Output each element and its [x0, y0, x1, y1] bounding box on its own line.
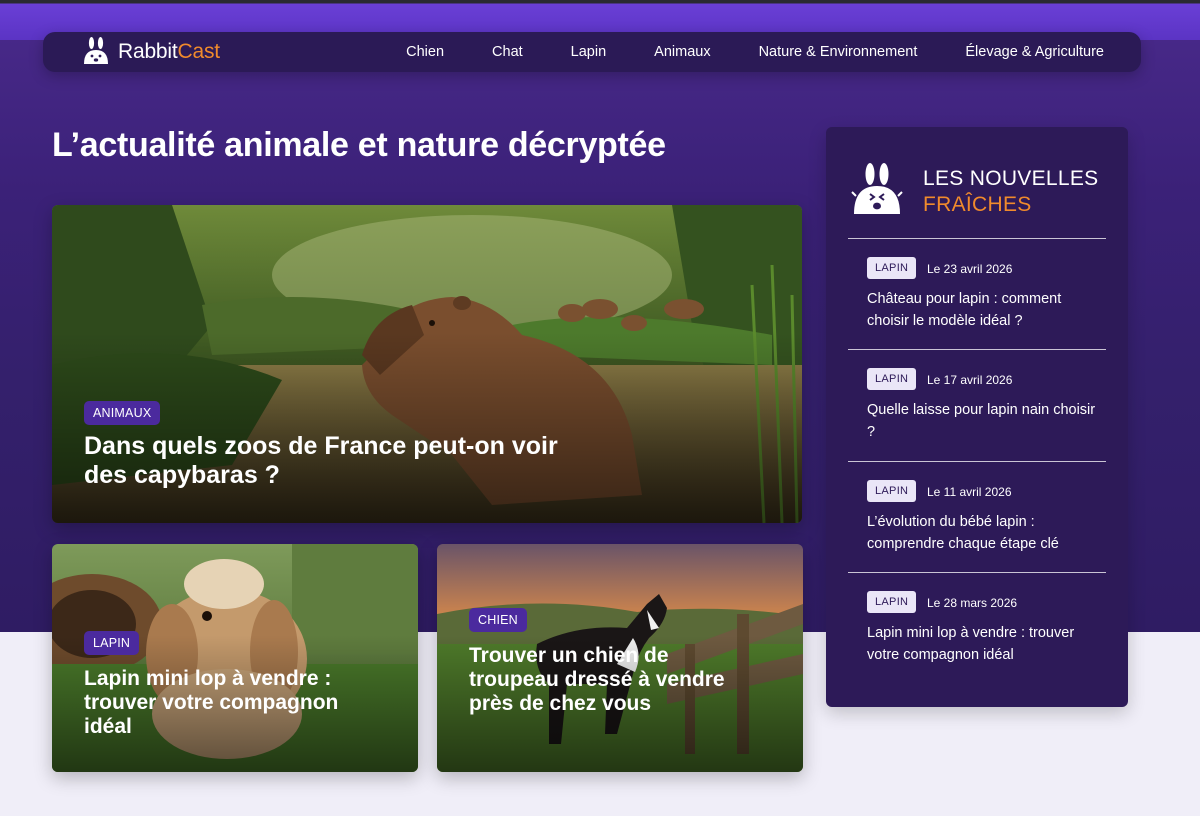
news-item[interactable]: LAPIN Le 11 avril 2026 L’évolution du bé… [848, 461, 1106, 573]
news-item[interactable]: LAPIN Le 28 mars 2026 Lapin mini lop à v… [848, 572, 1106, 684]
news-category-badge[interactable]: LAPIN [867, 257, 917, 279]
news-category-badge[interactable]: LAPIN [867, 591, 917, 613]
article-title[interactable]: Dans quels zoos de France peut-on voir d… [84, 432, 564, 490]
category-badge[interactable]: CHIEN [469, 608, 527, 632]
main-navbar: RabbitCast Chien Chat Lapin Animaux Natu… [43, 32, 1141, 72]
news-item[interactable]: LAPIN Le 23 avril 2026 Château pour lapi… [848, 238, 1106, 350]
sidebar-title-line2: FRAÎCHES [923, 193, 1032, 216]
nav-links: Chien Chat Lapin Animaux Nature & Enviro… [358, 32, 1104, 72]
nav-link-animaux[interactable]: Animaux [654, 44, 710, 60]
news-category-badge[interactable]: LAPIN [867, 480, 917, 502]
nav-link-elevage[interactable]: Élevage & Agriculture [965, 44, 1104, 60]
news-title[interactable]: Lapin mini lop à vendre : trouver votre … [867, 622, 1097, 666]
rabbit-logo-icon [84, 37, 108, 64]
news-date: Le 11 avril 2026 [927, 485, 1012, 499]
nav-link-chat[interactable]: Chat [492, 44, 523, 60]
article-title[interactable]: Lapin mini lop à vendre : trouver votre … [84, 667, 384, 739]
nav-link-chien[interactable]: Chien [406, 44, 444, 60]
category-badge[interactable]: LAPIN [84, 631, 140, 655]
featured-article-card[interactable]: ANIMAUX Dans quels zoos de France peut-o… [52, 205, 802, 523]
logo-text-part2: Cast [177, 40, 221, 63]
article-title[interactable]: Trouver un chien de troupeau dressé à ve… [469, 644, 759, 716]
nav-link-lapin[interactable]: Lapin [571, 44, 606, 60]
page-title: L’actualité animale et nature décryptée [52, 126, 666, 164]
rabbit-mascot-icon [851, 163, 903, 214]
article-card-chien[interactable]: CHIEN Trouver un chien de troupeau dress… [437, 544, 803, 772]
news-date: Le 28 mars 2026 [927, 596, 1018, 610]
news-date: Le 17 avril 2026 [927, 373, 1013, 387]
news-date: Le 23 avril 2026 [927, 262, 1013, 276]
sidebar-title-line1: LES NOUVELLES [923, 167, 1099, 190]
category-badge[interactable]: ANIMAUX [84, 401, 161, 425]
logo-text: RabbitCast [118, 40, 220, 64]
news-title[interactable]: L’évolution du bébé lapin : comprendre c… [867, 511, 1097, 555]
logo-text-part1: Rabbit [118, 40, 178, 63]
news-title[interactable]: Château pour lapin : comment choisir le … [867, 288, 1097, 332]
news-item[interactable]: LAPIN Le 17 avril 2026 Quelle laisse pou… [848, 349, 1106, 461]
sidebar-header: LES NOUVELLES FRAÎCHES [848, 162, 1108, 222]
nav-link-nature[interactable]: Nature & Environnement [759, 44, 918, 60]
article-card-lapin[interactable]: LAPIN Lapin mini lop à vendre : trouver … [52, 544, 418, 772]
site-logo[interactable]: RabbitCast [80, 36, 220, 68]
latest-news-sidebar: LES NOUVELLES FRAÎCHES LAPIN Le 23 avril… [826, 127, 1128, 707]
news-title[interactable]: Quelle laisse pour lapin nain choisir ? [867, 399, 1097, 443]
news-category-badge[interactable]: LAPIN [867, 368, 917, 390]
